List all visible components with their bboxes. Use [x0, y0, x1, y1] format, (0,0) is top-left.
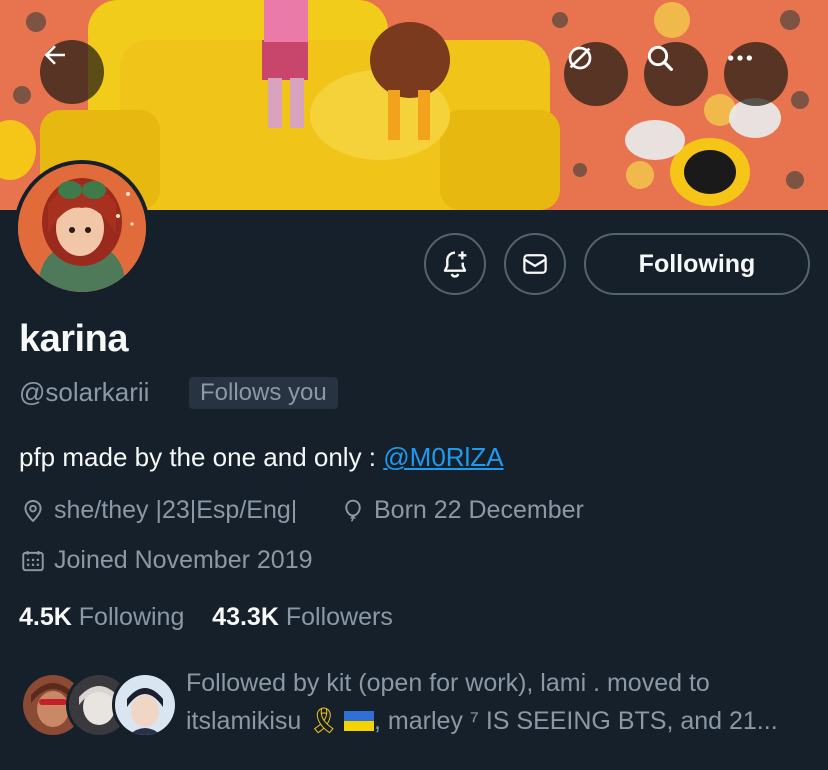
- balloon-icon: [345, 499, 361, 521]
- mutual-followers-avatars[interactable]: [20, 672, 178, 738]
- location-text: she/they |23|Esp/Eng|: [54, 496, 298, 524]
- follow-stats: 4.5K Following 43.3K Followers: [19, 603, 393, 632]
- more-icon: [728, 55, 752, 61]
- back-button[interactable]: [40, 40, 104, 104]
- bio-mention-link[interactable]: @M0RlZA: [383, 442, 503, 472]
- avatar-container[interactable]: [14, 160, 150, 296]
- followed-by-line-2-suffix: , marley ⁷ IS SEEING BTS, and 21...: [374, 707, 778, 735]
- followed-by-line-2-prefix: itslamikisu: [186, 707, 309, 735]
- bio: pfp made by the one and only : @M0RlZA: [19, 442, 504, 473]
- birthday-row: Born 22 December: [340, 496, 584, 525]
- followed-by-text[interactable]: Followed by kit (open for work), lami . …: [186, 664, 806, 740]
- grok-button[interactable]: [564, 42, 628, 106]
- following-button[interactable]: Following: [584, 233, 810, 295]
- avatar-image: [18, 164, 146, 292]
- grok-icon: [568, 46, 592, 70]
- location-row: she/they |23|Esp/Eng|: [20, 496, 297, 525]
- followed-by-line-2: itslamikisu 🎗 , marley ⁷ IS SEEING BTS, a…: [186, 702, 806, 740]
- search-icon: [647, 45, 673, 71]
- arrow-left-icon: [44, 45, 65, 65]
- more-button[interactable]: [724, 42, 788, 106]
- calendar-icon: [22, 550, 44, 571]
- display-name: karina: [19, 318, 128, 360]
- location-pin-icon: [24, 499, 42, 522]
- avatar[interactable]: [18, 164, 146, 292]
- message-button[interactable]: [504, 233, 566, 295]
- envelope-icon: [523, 254, 547, 274]
- followers-label: Followers: [285, 603, 393, 631]
- bio-text: pfp made by the one and only :: [19, 442, 384, 472]
- followers-count: 43.3K: [212, 603, 279, 631]
- joined-text: Joined November 2019: [54, 546, 313, 574]
- notifications-button[interactable]: [424, 233, 486, 295]
- ribbon-emoji: 🎗: [308, 707, 340, 735]
- search-button[interactable]: [644, 42, 708, 106]
- ukraine-flag-icon: [344, 711, 374, 731]
- bell-plus-icon: [443, 251, 467, 278]
- following-label: Following: [78, 603, 185, 631]
- followed-by-line-1: Followed by kit (open for work), lami . …: [186, 669, 710, 697]
- following-count: 4.5K: [19, 603, 72, 631]
- followers-stat[interactable]: 43.3K Followers: [212, 603, 393, 631]
- joined-row: Joined November 2019: [20, 546, 313, 575]
- follows-you-badge: Follows you: [189, 377, 338, 409]
- mutual-avatar: [112, 672, 178, 738]
- user-handle: @solarkarii: [19, 377, 150, 407]
- birthday-text: Born 22 December: [374, 496, 584, 524]
- following-stat[interactable]: 4.5K Following: [19, 603, 184, 631]
